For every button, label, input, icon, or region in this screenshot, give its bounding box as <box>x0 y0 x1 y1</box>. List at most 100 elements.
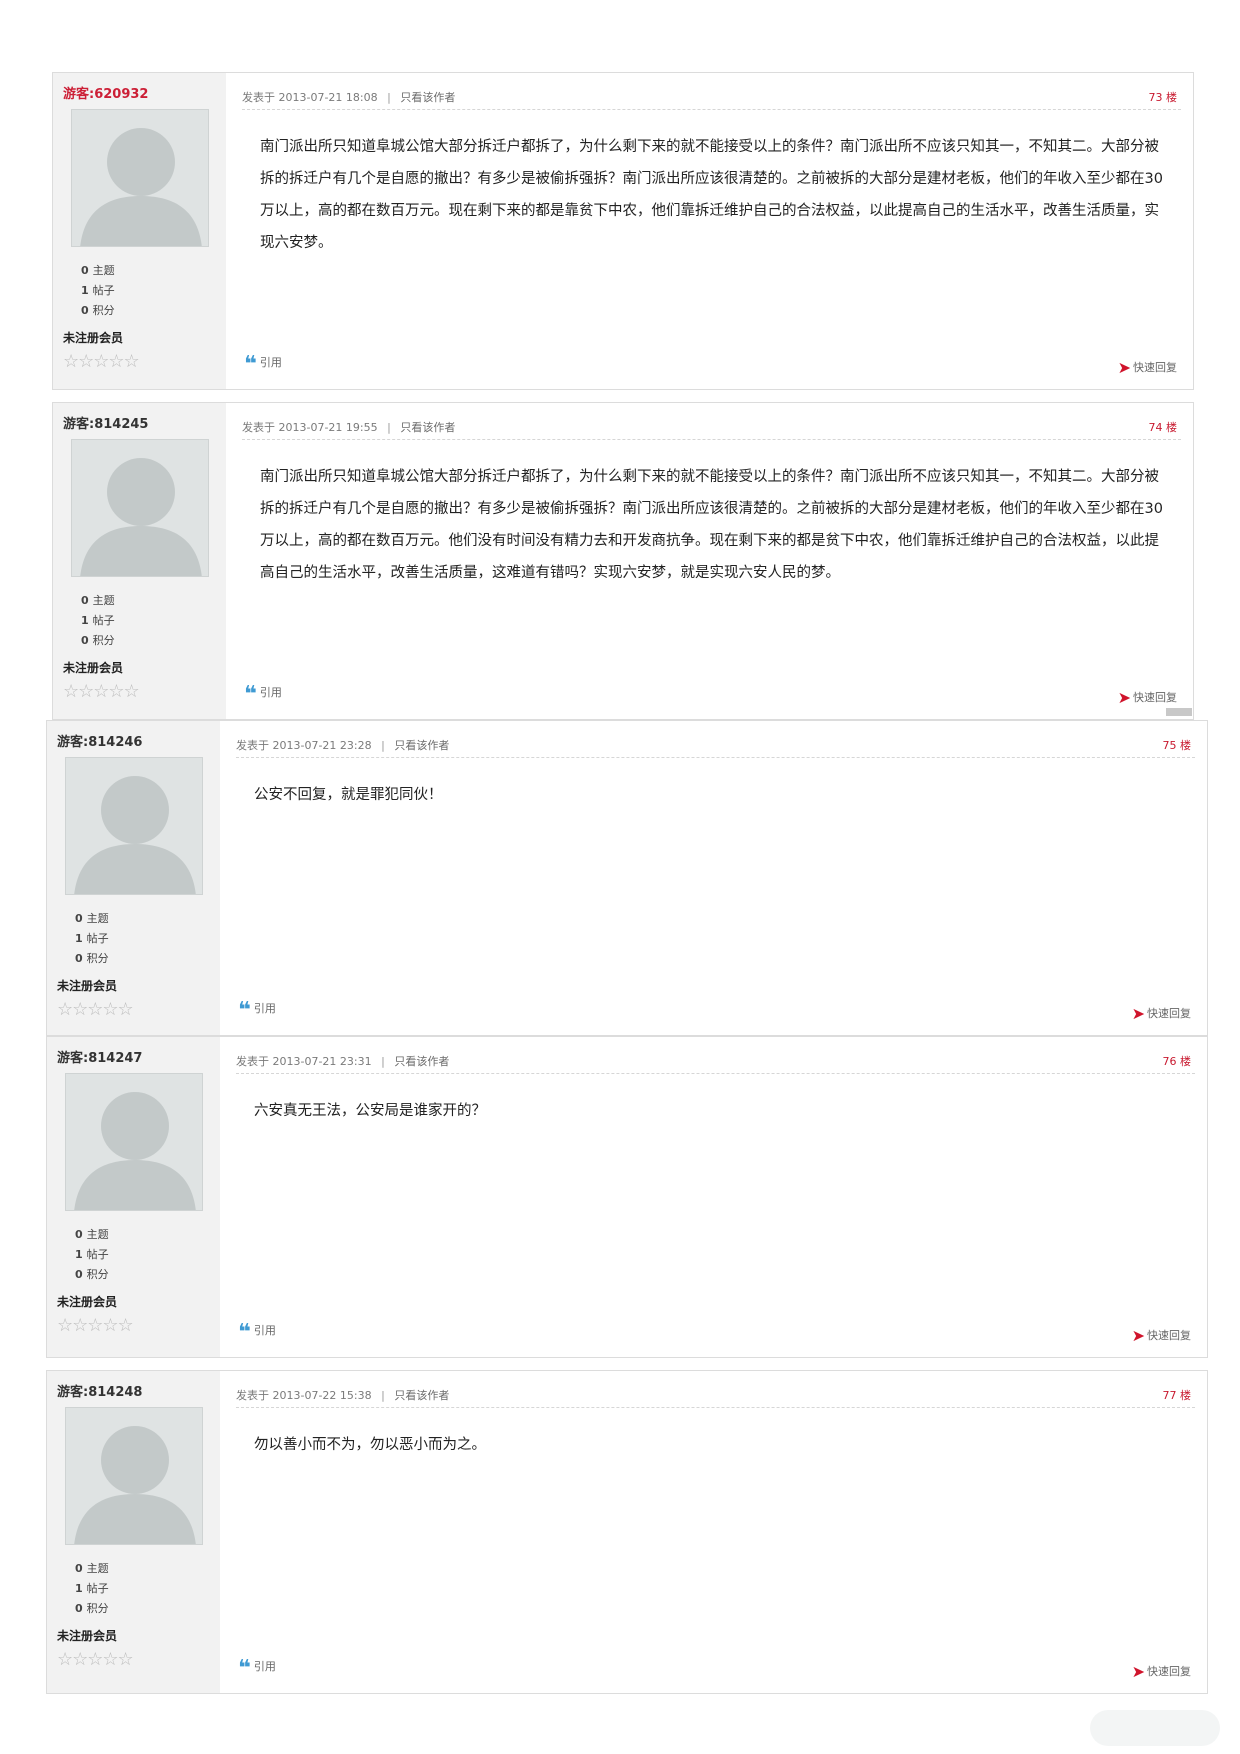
user-stats: 0 主题 1 帖子 0 积分 <box>75 909 220 969</box>
quick-reply-button[interactable]: ➤ 快速回复 <box>1118 358 1177 377</box>
view-author-link[interactable]: 只看该作者 <box>394 1389 449 1402</box>
default-avatar-icon <box>74 776 196 894</box>
quote-button[interactable]: ❝ 引用 <box>238 998 276 1023</box>
post-meta: 发表于 2013-07-21 19:55 | 只看该作者 74 楼 <box>242 419 1181 440</box>
post-meta: 发表于 2013-07-21 23:31 | 只看该作者 76 楼 <box>236 1053 1195 1074</box>
view-author-link[interactable]: 只看该作者 <box>400 91 455 104</box>
post-time: 2013-07-21 19:55 <box>278 421 378 434</box>
quote-button[interactable]: ❝ 引用 <box>238 1320 276 1345</box>
floor-number[interactable]: 76 楼 <box>1163 1053 1192 1069</box>
avatar[interactable] <box>65 1073 203 1211</box>
meta-separator: | <box>381 1055 385 1068</box>
post-content: 南门派出所只知道阜城公馆大部分拆迁户都拆了，为什么剩下来的就不能接受以上的条件？… <box>260 139 1163 251</box>
avatar[interactable] <box>71 439 209 577</box>
watermark <box>1090 1710 1220 1746</box>
default-avatar-icon <box>74 1426 196 1544</box>
rank-stars: ☆☆☆☆☆ <box>57 1315 134 1336</box>
quote-button[interactable]: ❝ 引用 <box>244 682 282 707</box>
post-main: 发表于 2013-07-21 23:28 | 只看该作者 75 楼 公安不回复，… <box>220 721 1207 1035</box>
floor-number[interactable]: 73 楼 <box>1149 89 1178 105</box>
username[interactable]: 游客:814248 <box>57 1381 220 1400</box>
username[interactable]: 游客:814245 <box>63 413 226 432</box>
view-author-link[interactable]: 只看该作者 <box>394 739 449 752</box>
reply-arrow-icon: ➤ <box>1117 358 1131 377</box>
posted-prefix: 发表于 <box>236 739 269 752</box>
posted-prefix: 发表于 <box>236 1055 269 1068</box>
post-main: 发表于 2013-07-21 19:55 | 只看该作者 74 楼 南门派出所只… <box>226 403 1193 719</box>
rank-stars: ☆☆☆☆☆ <box>57 999 134 1020</box>
meta-separator: | <box>381 739 385 752</box>
meta-separator: | <box>387 421 391 434</box>
points-stat: 0 积分 <box>75 952 109 965</box>
posted-prefix: 发表于 <box>242 91 275 104</box>
quick-reply-button[interactable]: ➤ 快速回复 <box>1132 1662 1191 1681</box>
post-main: 发表于 2013-07-21 18:08 | 只看该作者 73 楼 南门派出所只… <box>226 73 1193 389</box>
user-rank: 未注册会员 <box>63 331 124 345</box>
post-main: 发表于 2013-07-22 15:38 | 只看该作者 77 楼 勿以善小而不… <box>220 1371 1207 1693</box>
quote-icon: ❝ <box>238 1656 251 1681</box>
view-author-link[interactable]: 只看该作者 <box>394 1055 449 1068</box>
post-73: 游客:620932 0 主题 1 帖子 0 积分 未注册会员 ☆☆☆☆☆ 发表于 20… <box>52 72 1194 390</box>
posted-prefix: 发表于 <box>242 421 275 434</box>
meta-separator: | <box>381 1389 385 1402</box>
post-time: 2013-07-21 23:28 <box>272 739 372 752</box>
quote-icon: ❝ <box>238 1320 251 1345</box>
post-77: 游客:814248 0 主题 1 帖子 0 积分 未注册会员 ☆☆☆☆☆ 发表于 20… <box>46 1370 1208 1694</box>
floor-number[interactable]: 74 楼 <box>1149 419 1178 435</box>
post-76: 游客:814247 0 主题 1 帖子 0 积分 未注册会员 ☆☆☆☆☆ 发表于 20… <box>46 1036 1208 1358</box>
posted-prefix: 发表于 <box>236 1389 269 1402</box>
scroll-marker <box>1166 708 1192 716</box>
avatar[interactable] <box>65 757 203 895</box>
quote-button[interactable]: ❝ 引用 <box>244 352 282 377</box>
username[interactable]: 游客:620932 <box>63 83 226 102</box>
threads-stat: 0 主题 <box>81 594 115 607</box>
user-stats: 0 主题 1 帖子 0 积分 <box>75 1559 220 1619</box>
quote-icon: ❝ <box>244 352 257 377</box>
post-meta: 发表于 2013-07-22 15:38 | 只看该作者 77 楼 <box>236 1387 1195 1408</box>
user-sidebar: 游客:814246 0 主题 1 帖子 0 积分 未注册会员 ☆☆☆☆☆ <box>47 721 220 1035</box>
reply-arrow-icon: ➤ <box>1117 688 1131 707</box>
floor-number[interactable]: 77 楼 <box>1163 1387 1192 1403</box>
default-avatar-icon <box>80 458 202 576</box>
user-rank: 未注册会员 <box>57 1629 118 1643</box>
avatar[interactable] <box>65 1407 203 1545</box>
rank-stars: ☆☆☆☆☆ <box>63 351 140 372</box>
quote-button[interactable]: ❝ 引用 <box>238 1656 276 1681</box>
post-content: 公安不回复，就是罪犯同伙！ <box>254 787 443 803</box>
user-sidebar: 游客:620932 0 主题 1 帖子 0 积分 未注册会员 ☆☆☆☆☆ <box>53 73 226 389</box>
rank-stars: ☆☆☆☆☆ <box>57 1649 134 1670</box>
quick-reply-button[interactable]: ➤ 快速回复 <box>1132 1004 1191 1023</box>
user-stats: 0 主题 1 帖子 0 积分 <box>81 261 226 321</box>
post-74: 游客:814245 0 主题 1 帖子 0 积分 未注册会员 ☆☆☆☆☆ 发表于 20… <box>52 402 1194 720</box>
rank-stars: ☆☆☆☆☆ <box>63 681 140 702</box>
points-stat: 0 积分 <box>75 1602 109 1615</box>
threads-stat: 0 主题 <box>75 1228 109 1241</box>
post-time: 2013-07-21 23:31 <box>272 1055 372 1068</box>
username[interactable]: 游客:814247 <box>57 1047 220 1066</box>
quick-reply-button[interactable]: ➤ 快速回复 <box>1132 1326 1191 1345</box>
threads-stat: 0 主题 <box>81 264 115 277</box>
posts-stat: 1 帖子 <box>75 932 109 945</box>
points-stat: 0 积分 <box>75 1268 109 1281</box>
user-sidebar: 游客:814247 0 主题 1 帖子 0 积分 未注册会员 ☆☆☆☆☆ <box>47 1037 220 1357</box>
user-sidebar: 游客:814248 0 主题 1 帖子 0 积分 未注册会员 ☆☆☆☆☆ <box>47 1371 220 1693</box>
post-meta: 发表于 2013-07-21 18:08 | 只看该作者 73 楼 <box>242 89 1181 110</box>
post-time: 2013-07-22 15:38 <box>272 1389 372 1402</box>
default-avatar-icon <box>74 1092 196 1210</box>
posts-stat: 1 帖子 <box>81 284 115 297</box>
quote-icon: ❝ <box>238 998 251 1023</box>
post-content: 六安真无王法，公安局是谁家开的？ <box>254 1103 486 1119</box>
user-rank: 未注册会员 <box>57 979 118 993</box>
avatar[interactable] <box>71 109 209 247</box>
meta-separator: | <box>387 91 391 104</box>
posts-stat: 1 帖子 <box>81 614 115 627</box>
points-stat: 0 积分 <box>81 634 115 647</box>
quick-reply-button[interactable]: ➤ 快速回复 <box>1118 688 1177 707</box>
view-author-link[interactable]: 只看该作者 <box>400 421 455 434</box>
username[interactable]: 游客:814246 <box>57 731 220 750</box>
post-meta: 发表于 2013-07-21 23:28 | 只看该作者 75 楼 <box>236 737 1195 758</box>
floor-number[interactable]: 75 楼 <box>1163 737 1192 753</box>
posts-stat: 1 帖子 <box>75 1248 109 1261</box>
default-avatar-icon <box>80 128 202 246</box>
posts-stat: 1 帖子 <box>75 1582 109 1595</box>
